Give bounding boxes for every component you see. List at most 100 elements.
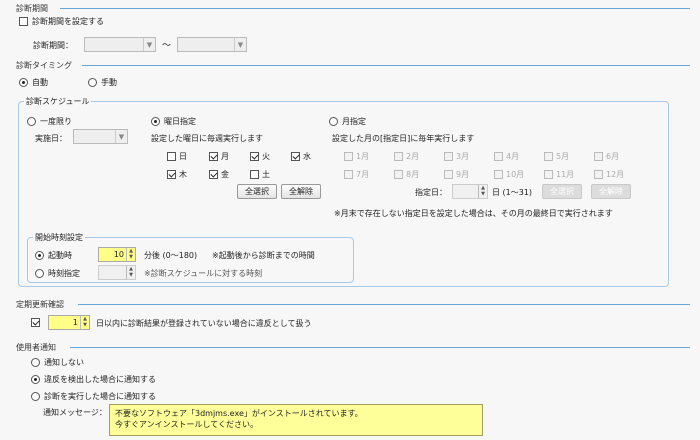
checkbox[interactable]: [594, 170, 603, 179]
radio-button[interactable]: [35, 251, 44, 260]
notify-message-textarea[interactable]: 不要なソフトウェア「3dmjms.exe」がインストールされています。 今すぐア…: [109, 404, 483, 436]
monthly-description: 設定した月の[指定日]に毎年実行します: [332, 134, 475, 143]
timing-manual-radio[interactable]: 手動: [88, 77, 117, 88]
schedule-weekday-radio[interactable]: 曜日指定: [151, 116, 196, 127]
period-enable-checkbox-box[interactable]: [19, 17, 28, 26]
spin-arrows-icon[interactable]: ▲ ▼: [80, 316, 89, 329]
start-on-boot-radio[interactable]: 起動時: [35, 250, 72, 261]
start-time-label: 時刻指定: [48, 269, 80, 278]
checkbox[interactable]: [394, 170, 403, 179]
start-time-radio[interactable]: 時刻指定: [35, 268, 80, 279]
month-label: 7月: [356, 170, 370, 179]
month-label: 11月: [556, 170, 575, 179]
day-label: 月: [221, 152, 229, 161]
day-checkbox-sat[interactable]: 土: [250, 169, 270, 180]
spin-arrows-icon[interactable]: ▲ ▼: [126, 266, 135, 279]
month-checkbox-5[interactable]: 5月: [544, 151, 569, 162]
month-label: 10月: [506, 170, 525, 179]
spin-arrows-icon[interactable]: ▲ ▼: [126, 248, 135, 261]
month-checkbox-6[interactable]: 6月: [594, 151, 619, 162]
period-end-select[interactable]: ▼: [177, 37, 247, 52]
boot-minutes-stepper[interactable]: 10 ▲ ▼: [98, 247, 136, 262]
radio-button[interactable]: [151, 117, 160, 126]
month-label: 2月: [406, 152, 420, 161]
month-select-all-button[interactable]: 全選択: [542, 184, 582, 199]
checkbox[interactable]: [594, 152, 603, 161]
checkbox[interactable]: [544, 152, 553, 161]
day-checkbox-thu[interactable]: 木: [167, 169, 187, 180]
period-start-select[interactable]: ▼: [84, 37, 156, 52]
schedule-monthly-radio[interactable]: 月指定: [329, 116, 366, 127]
notify-violation-radio[interactable]: 違反を検出した場合に通知する: [31, 374, 156, 385]
radio-button[interactable]: [31, 392, 40, 401]
day-label: 日: [179, 152, 187, 161]
periodic-days-value[interactable]: 1: [49, 318, 80, 327]
checkbox[interactable]: [250, 170, 259, 179]
schedule-once-radio[interactable]: 一度限り: [27, 116, 72, 127]
range-separator: ～: [162, 41, 172, 51]
checkbox[interactable]: [494, 152, 503, 161]
radio-button[interactable]: [31, 375, 40, 384]
month-label: 8月: [406, 170, 420, 179]
month-checkbox-8[interactable]: 8月: [394, 169, 419, 180]
month-checkbox-10[interactable]: 10月: [494, 169, 524, 180]
checkbox[interactable]: [291, 152, 300, 161]
schedule-group-title: 診断スケジュール: [24, 96, 92, 107]
day-checkbox-wed[interactable]: 水: [291, 151, 311, 162]
month-label: 1月: [356, 152, 370, 161]
month-checkbox-1[interactable]: 1月: [344, 151, 369, 162]
month-checkbox-4[interactable]: 4月: [494, 151, 519, 162]
day-checkbox-mon[interactable]: 月: [209, 151, 229, 162]
radio-button[interactable]: [329, 117, 338, 126]
chevron-down-icon: ▼: [115, 130, 127, 143]
weekday-description: 設定した曜日に毎週実行します: [151, 134, 263, 143]
period-enable-checkbox[interactable]: 診断期間を設定する: [19, 16, 104, 27]
period-field-label: 診断期間：: [33, 41, 73, 50]
month-checkbox-2[interactable]: 2月: [394, 151, 419, 162]
timing-section-title: 診断タイミング: [16, 61, 72, 70]
specified-day-stepper[interactable]: ▲ ▼: [452, 184, 488, 199]
month-checkbox-11[interactable]: 11月: [544, 169, 574, 180]
day-checkbox-sun[interactable]: 日: [167, 151, 187, 162]
run-date-select[interactable]: ▼: [73, 129, 128, 144]
month-checkbox-9[interactable]: 9月: [444, 169, 469, 180]
notify-executed-radio[interactable]: 診断を実行した場合に通知する: [31, 391, 156, 402]
notify-section-title: 使用者通知: [16, 343, 56, 352]
checkbox[interactable]: [167, 170, 176, 179]
month-checkbox-7[interactable]: 7月: [344, 169, 369, 180]
month-checkbox-3[interactable]: 3月: [444, 151, 469, 162]
checkbox[interactable]: [209, 170, 218, 179]
day-checkbox-fri[interactable]: 金: [209, 169, 229, 180]
checkbox[interactable]: [31, 318, 40, 327]
checkbox[interactable]: [344, 170, 353, 179]
month-checkbox-12[interactable]: 12月: [594, 169, 624, 180]
timing-auto-radio[interactable]: 自動: [19, 77, 48, 88]
checkbox[interactable]: [344, 152, 353, 161]
radio-button[interactable]: [35, 269, 44, 278]
month-deselect-all-button[interactable]: 全解除: [591, 184, 631, 199]
periodic-enable-checkbox[interactable]: [31, 318, 40, 329]
schedule-monthly-label: 月指定: [342, 117, 366, 126]
radio-button[interactable]: [19, 78, 28, 87]
notify-section-divider: [70, 347, 690, 348]
weekday-select-all-button[interactable]: 全選択: [237, 184, 277, 199]
radio-button[interactable]: [27, 117, 36, 126]
checkbox[interactable]: [444, 152, 453, 161]
start-time-stepper[interactable]: ▲ ▼: [98, 265, 136, 280]
checkbox[interactable]: [444, 170, 453, 179]
radio-button[interactable]: [31, 358, 40, 367]
boot-minutes-value[interactable]: 10: [99, 250, 126, 259]
checkbox[interactable]: [494, 170, 503, 179]
day-checkbox-tue[interactable]: 火: [250, 151, 270, 162]
checkbox[interactable]: [394, 152, 403, 161]
spin-arrows-icon[interactable]: ▲ ▼: [478, 185, 487, 198]
weekday-deselect-all-button[interactable]: 全解除: [281, 184, 321, 199]
notify-none-radio[interactable]: 通知しない: [31, 357, 84, 368]
checkbox[interactable]: [544, 170, 553, 179]
checkbox[interactable]: [209, 152, 218, 161]
checkbox[interactable]: [167, 152, 176, 161]
month-label: 3月: [456, 152, 470, 161]
periodic-days-stepper[interactable]: 1 ▲ ▼: [48, 315, 90, 330]
radio-button[interactable]: [88, 78, 97, 87]
checkbox[interactable]: [250, 152, 259, 161]
